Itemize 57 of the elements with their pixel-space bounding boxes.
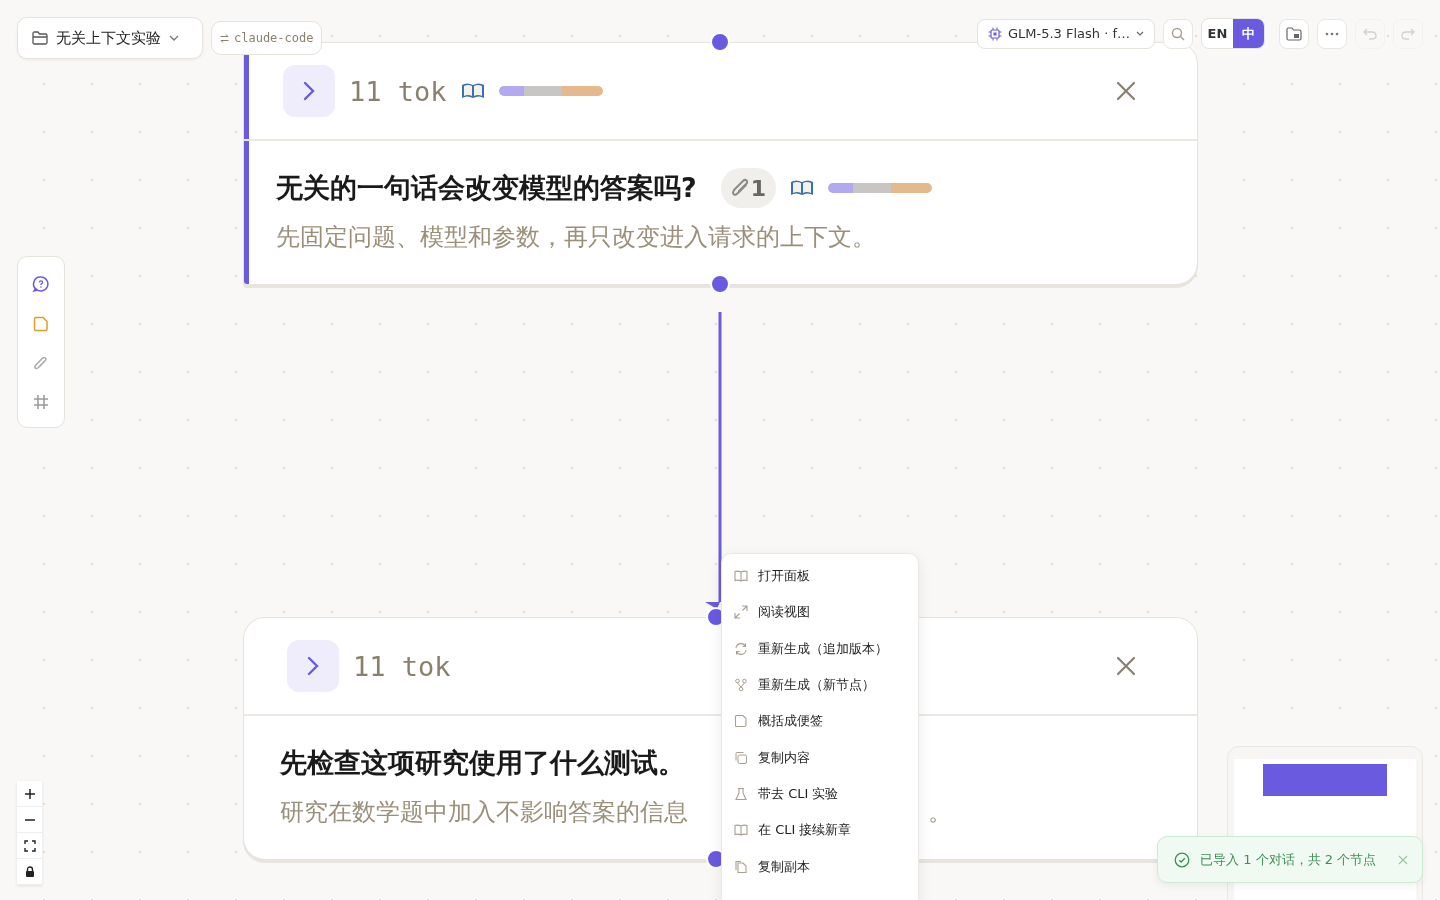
- node-title: 无关的一句话会改变模型的答案吗?: [276, 171, 697, 205]
- redo-icon: [1401, 27, 1415, 40]
- note-icon: [734, 714, 748, 729]
- token-count: 11 tok: [349, 75, 447, 107]
- undo-icon: [1363, 27, 1377, 40]
- caret-icon: [169, 35, 179, 41]
- fit-view-icon: [23, 839, 36, 852]
- connection-handle[interactable]: [710, 274, 730, 294]
- chat-icon[interactable]: [32, 274, 50, 293]
- menu-item[interactable]: 复制副本: [722, 848, 918, 885]
- folder-icon: [1286, 26, 1302, 41]
- language-option[interactable]: EN: [1202, 19, 1233, 48]
- lock-icon: [24, 865, 35, 878]
- copy-icon: [734, 750, 748, 765]
- duplicate-icon: [734, 859, 748, 874]
- frame-icon[interactable]: [33, 393, 49, 410]
- note-icon[interactable]: [33, 315, 49, 332]
- token-count: 11 tok: [353, 650, 451, 682]
- attachment-badge[interactable]: 1: [720, 168, 776, 208]
- caret-icon: [1136, 31, 1144, 36]
- check-circle-icon: [1174, 851, 1190, 868]
- model-dropdown[interactable]: GLM-5.3 Flash · f…: [976, 18, 1155, 49]
- menu-item[interactable]: 阅读视图: [722, 594, 918, 631]
- node-summary: 。: [928, 797, 952, 828]
- book-icon: [734, 823, 748, 838]
- book-icon: [734, 569, 748, 584]
- menu-item[interactable]: 重新生成（追加版本）: [722, 630, 918, 667]
- menu-item[interactable]: 在 CLI 接续新章: [722, 812, 918, 849]
- chip-icon: [987, 26, 1002, 41]
- connection-handle[interactable]: [710, 32, 730, 52]
- node-summary: 研究在数学题中加入不影响答案的信息: [280, 797, 688, 828]
- more-icon: [1325, 31, 1339, 36]
- menu-item[interactable]: 重新生成（新节点）: [722, 666, 918, 704]
- menu-item[interactable]: 打开面板: [722, 558, 918, 595]
- book-icon: [790, 179, 814, 197]
- node-summary: 先固定问题、模型和参数，再只改变进入请求的上下文。: [276, 222, 876, 253]
- flask-icon: [734, 786, 748, 801]
- swap-icon: [220, 33, 229, 43]
- close-icon[interactable]: [1115, 655, 1137, 677]
- plus-icon: [23, 787, 36, 800]
- source-label: claude-code: [234, 31, 314, 45]
- menu-item[interactable]: 概括成便签: [722, 703, 918, 740]
- close-icon[interactable]: [1115, 80, 1137, 102]
- search-icon: [1171, 26, 1185, 41]
- toast-message: 已导入 1 个对话，共 2 个节点: [1200, 850, 1378, 869]
- search-button[interactable]: [1163, 18, 1193, 49]
- expand-icon: [734, 605, 748, 620]
- project-dropdown[interactable]: 无关上下文实验: [17, 17, 203, 59]
- branch-icon: [734, 678, 748, 693]
- paperclip-icon[interactable]: [33, 354, 49, 371]
- folder-icon: [32, 31, 48, 45]
- folder-button[interactable]: [1279, 18, 1309, 49]
- node-title: 先检查这项研究使用了什么测试。: [280, 746, 685, 780]
- refresh-icon: [734, 641, 748, 656]
- language-option[interactable]: 中: [1233, 19, 1264, 48]
- menu-item[interactable]: 复制内容: [722, 739, 918, 776]
- menu-item[interactable]: 带去 CLI 实验: [722, 775, 918, 813]
